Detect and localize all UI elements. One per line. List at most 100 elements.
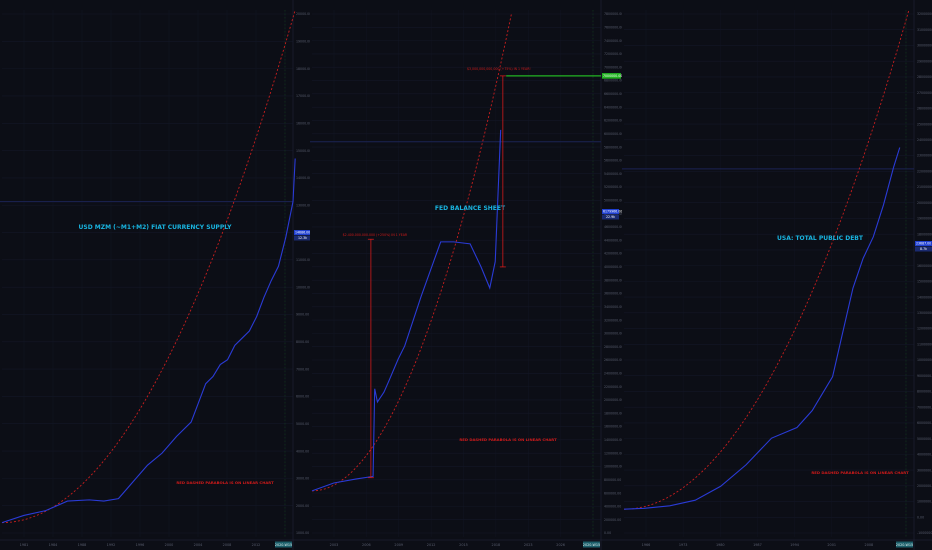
x-tick-label: 1984: [49, 543, 58, 547]
y-tick-label: 2600000.00: [604, 358, 622, 362]
note-2020: $3,000,000,000,000 (+75%) IN 1 YEAR!: [467, 67, 531, 71]
y-tick-label: 5000000.00: [917, 437, 932, 441]
y-tick-label: 5000.00: [296, 422, 309, 426]
y-tick-label: 26000000.00: [917, 107, 932, 111]
plot-background: [0, 0, 310, 550]
y-tick-label: 6600000.00: [604, 92, 622, 96]
y-tick-label: 0.00: [604, 531, 611, 535]
y-tick-label: 3400000.00: [604, 305, 622, 309]
x-tick-label: 1966: [642, 543, 651, 547]
y-tick-label: 7000.00: [296, 367, 309, 371]
x-tick-label: 1992: [107, 543, 116, 547]
y-tick-label: 8000000.00: [917, 390, 932, 394]
x-tick-label: 1973: [679, 543, 688, 547]
x-tick-label: 1981: [20, 543, 29, 547]
panel-fed: WALCL, 1W, FRED, QUANDL 7800000.00760000…: [310, 0, 622, 550]
y-tick-label: 800000.00: [604, 478, 621, 482]
y-tick-label: 6800000.00: [604, 79, 622, 83]
y-tick-label: 1600000.00: [604, 425, 622, 429]
y-tick-label: 15000.00: [296, 149, 310, 153]
y-tick-label: 3000000.00: [604, 332, 622, 336]
y-tick-label: 5600000.00: [604, 159, 622, 163]
y-tick-label: 4000000.00: [917, 453, 932, 457]
y-tick-label: 3000.00: [296, 477, 309, 481]
y-tick-label: 19000000.00: [917, 217, 932, 221]
y-tick-label: 28000000.00: [917, 75, 932, 79]
y-tick-label: 7800000.00: [604, 12, 622, 16]
date-label: 2020-W15: [275, 543, 292, 547]
y-tick-label: 12000000.00: [917, 327, 932, 331]
y-tick-label: 3600000.00: [604, 292, 622, 296]
y-tick-label: 9000000.00: [917, 374, 932, 378]
last-sub-label: 22.9k: [606, 215, 615, 219]
y-tick-label: 7000000.00: [604, 65, 622, 69]
x-tick-label: 2008: [223, 543, 232, 547]
y-tick-label: 31000000.00: [917, 28, 932, 32]
y-tick-label: 6000000.00: [604, 132, 622, 136]
last-value-label: 14686.00: [295, 231, 310, 235]
y-tick-label: 5800000.00: [604, 145, 622, 149]
chart-annotation: FED BALANCE SHEET: [435, 205, 506, 212]
y-tick-label: 1000.00: [296, 531, 309, 535]
y-tick-label: 4200000.00: [604, 252, 622, 256]
y-tick-label: 1000000.00: [917, 500, 932, 504]
y-tick-label: 27000000.00: [917, 91, 932, 95]
x-tick-label: 2015: [459, 543, 468, 547]
target-label: 7000000.00: [603, 74, 622, 78]
y-tick-label: 3000000.00: [917, 468, 932, 472]
x-tick-label: 1988: [78, 543, 87, 547]
y-tick-label: 32000000.00: [917, 12, 932, 16]
y-tick-label: 400000.00: [604, 505, 621, 509]
parabola-note: RED DASHED PARABOLA IS ON LINEAR CHART: [176, 480, 274, 485]
y-tick-label: 6000000.00: [917, 421, 932, 425]
y-tick-label: 2000000.00: [604, 398, 622, 402]
y-tick-label: 600000.00: [604, 491, 621, 495]
y-tick-label: 5400000.00: [604, 172, 622, 176]
x-tick-label: 2000: [165, 543, 174, 547]
x-tick-label: 2026: [556, 543, 565, 547]
m2-chart: 20000.00 19000.00 18000.00 17000.00 16000.00…: [0, 0, 310, 550]
y-tick-label: 5000000.00: [604, 199, 622, 203]
x-tick-label: 2001: [827, 543, 836, 547]
parabola-note: RED DASHED PARABOLA IS ON LINEAR CHART: [811, 470, 909, 475]
y-tick-label: 1000000.00: [604, 465, 622, 469]
y-tick-label: 30000000.00: [917, 44, 932, 48]
y-tick-label: 10000.00: [296, 285, 310, 289]
y-tick-label: 13000.00: [296, 203, 310, 207]
x-tick-label: 1987: [753, 543, 762, 547]
x-tick-label: 1994: [790, 543, 799, 547]
y-tick-label: 3200000.00: [604, 318, 622, 322]
x-tick-label: 2006: [362, 543, 371, 547]
y-tick-label: 4600000.00: [604, 225, 622, 229]
y-tick-label: -1000000.00: [917, 531, 932, 535]
y-tick-label: 8000.00: [296, 340, 309, 344]
y-tick-label: 23000000.00: [917, 154, 932, 158]
y-tick-label: 6400000.00: [604, 105, 622, 109]
last-sub-label: 12.3k: [298, 236, 307, 240]
date-label: 2020-W15: [896, 543, 913, 547]
y-tick-label: 2000000.00: [917, 484, 932, 488]
last-value-label: 23687.00: [916, 242, 931, 246]
y-tick-label: 2200000.00: [604, 385, 622, 389]
y-tick-label: 5200000.00: [604, 185, 622, 189]
y-tick-label: 10000000.00: [917, 358, 932, 362]
y-tick-label: 22000000.00: [917, 169, 932, 173]
y-tick-label: 2000.00: [296, 504, 309, 508]
y-tick-label: 14000.00: [296, 176, 310, 180]
last-sub-label: 8.7k: [920, 247, 927, 251]
y-tick-label: 11000000.00: [917, 342, 932, 346]
x-tick-label: 2012: [427, 543, 436, 547]
y-tick-label: 9000.00: [296, 313, 309, 317]
y-tick-label: 16000000.00: [917, 264, 932, 268]
x-tick-label: 2003: [330, 543, 339, 547]
fed-chart: 7800000.00 7600000.00 7400000.00 7200000.00…: [310, 0, 622, 550]
note-2008: $2.400.000.000.000 (+250%) IN 1 YEAR: [343, 233, 408, 237]
y-tick-label: 21000000.00: [917, 185, 932, 189]
y-tick-label: 18000.00: [296, 67, 310, 71]
x-tick-label: 2023: [524, 543, 533, 547]
y-tick-label: 20000000.00: [917, 201, 932, 205]
y-tick-label: 4400000.00: [604, 238, 622, 242]
panel-m2: USD Money Stock, 1W, FRED 20000.0019000.…: [0, 0, 310, 550]
y-tick-label: 14000000.00: [917, 295, 932, 299]
y-tick-label: 3800000.00: [604, 278, 622, 282]
